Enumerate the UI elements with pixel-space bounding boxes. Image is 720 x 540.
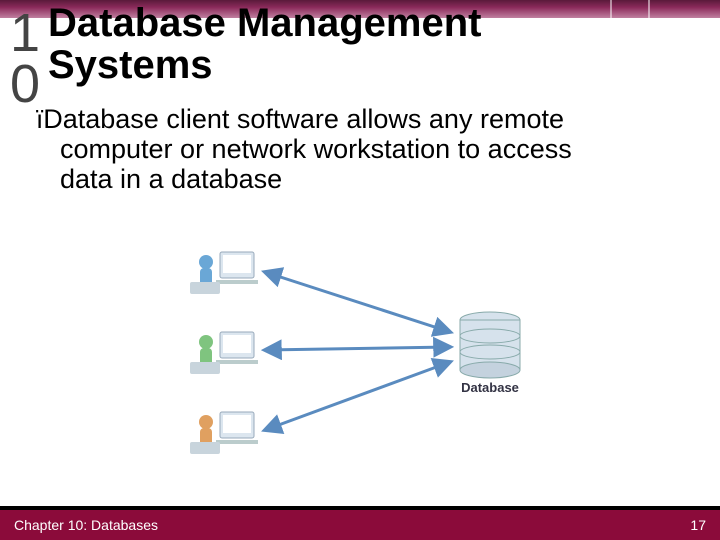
connection-arrow (265, 272, 450, 332)
title-line: Database Management (48, 1, 481, 45)
client-server-diagram: Database (170, 232, 550, 472)
body-line: Database client software allows any remo… (43, 104, 564, 134)
database-icon (460, 312, 520, 378)
connection-arrow (265, 347, 450, 350)
chapter-number: 1 0 (10, 8, 38, 111)
footer-page-number: 17 (690, 517, 706, 533)
client-workstation (190, 412, 258, 454)
client-workstation (190, 252, 258, 294)
chapter-number-digit: 1 (10, 8, 38, 59)
connection-arrow (265, 362, 450, 430)
footer-bar: Chapter 10: Databases 17 (0, 510, 720, 540)
title-line: Systems (48, 43, 213, 87)
chapter-number-digit: 0 (10, 59, 38, 110)
database-label: Database (461, 380, 519, 395)
client-workstation (190, 332, 258, 374)
body-line: data in a database (60, 164, 282, 194)
footer-chapter-label: Chapter 10: Databases (14, 517, 158, 533)
slide-title: Database Management Systems (48, 2, 481, 86)
body-text: ïDatabase client software allows any rem… (36, 104, 702, 195)
body-line: computer or network workstation to acces… (60, 134, 572, 164)
